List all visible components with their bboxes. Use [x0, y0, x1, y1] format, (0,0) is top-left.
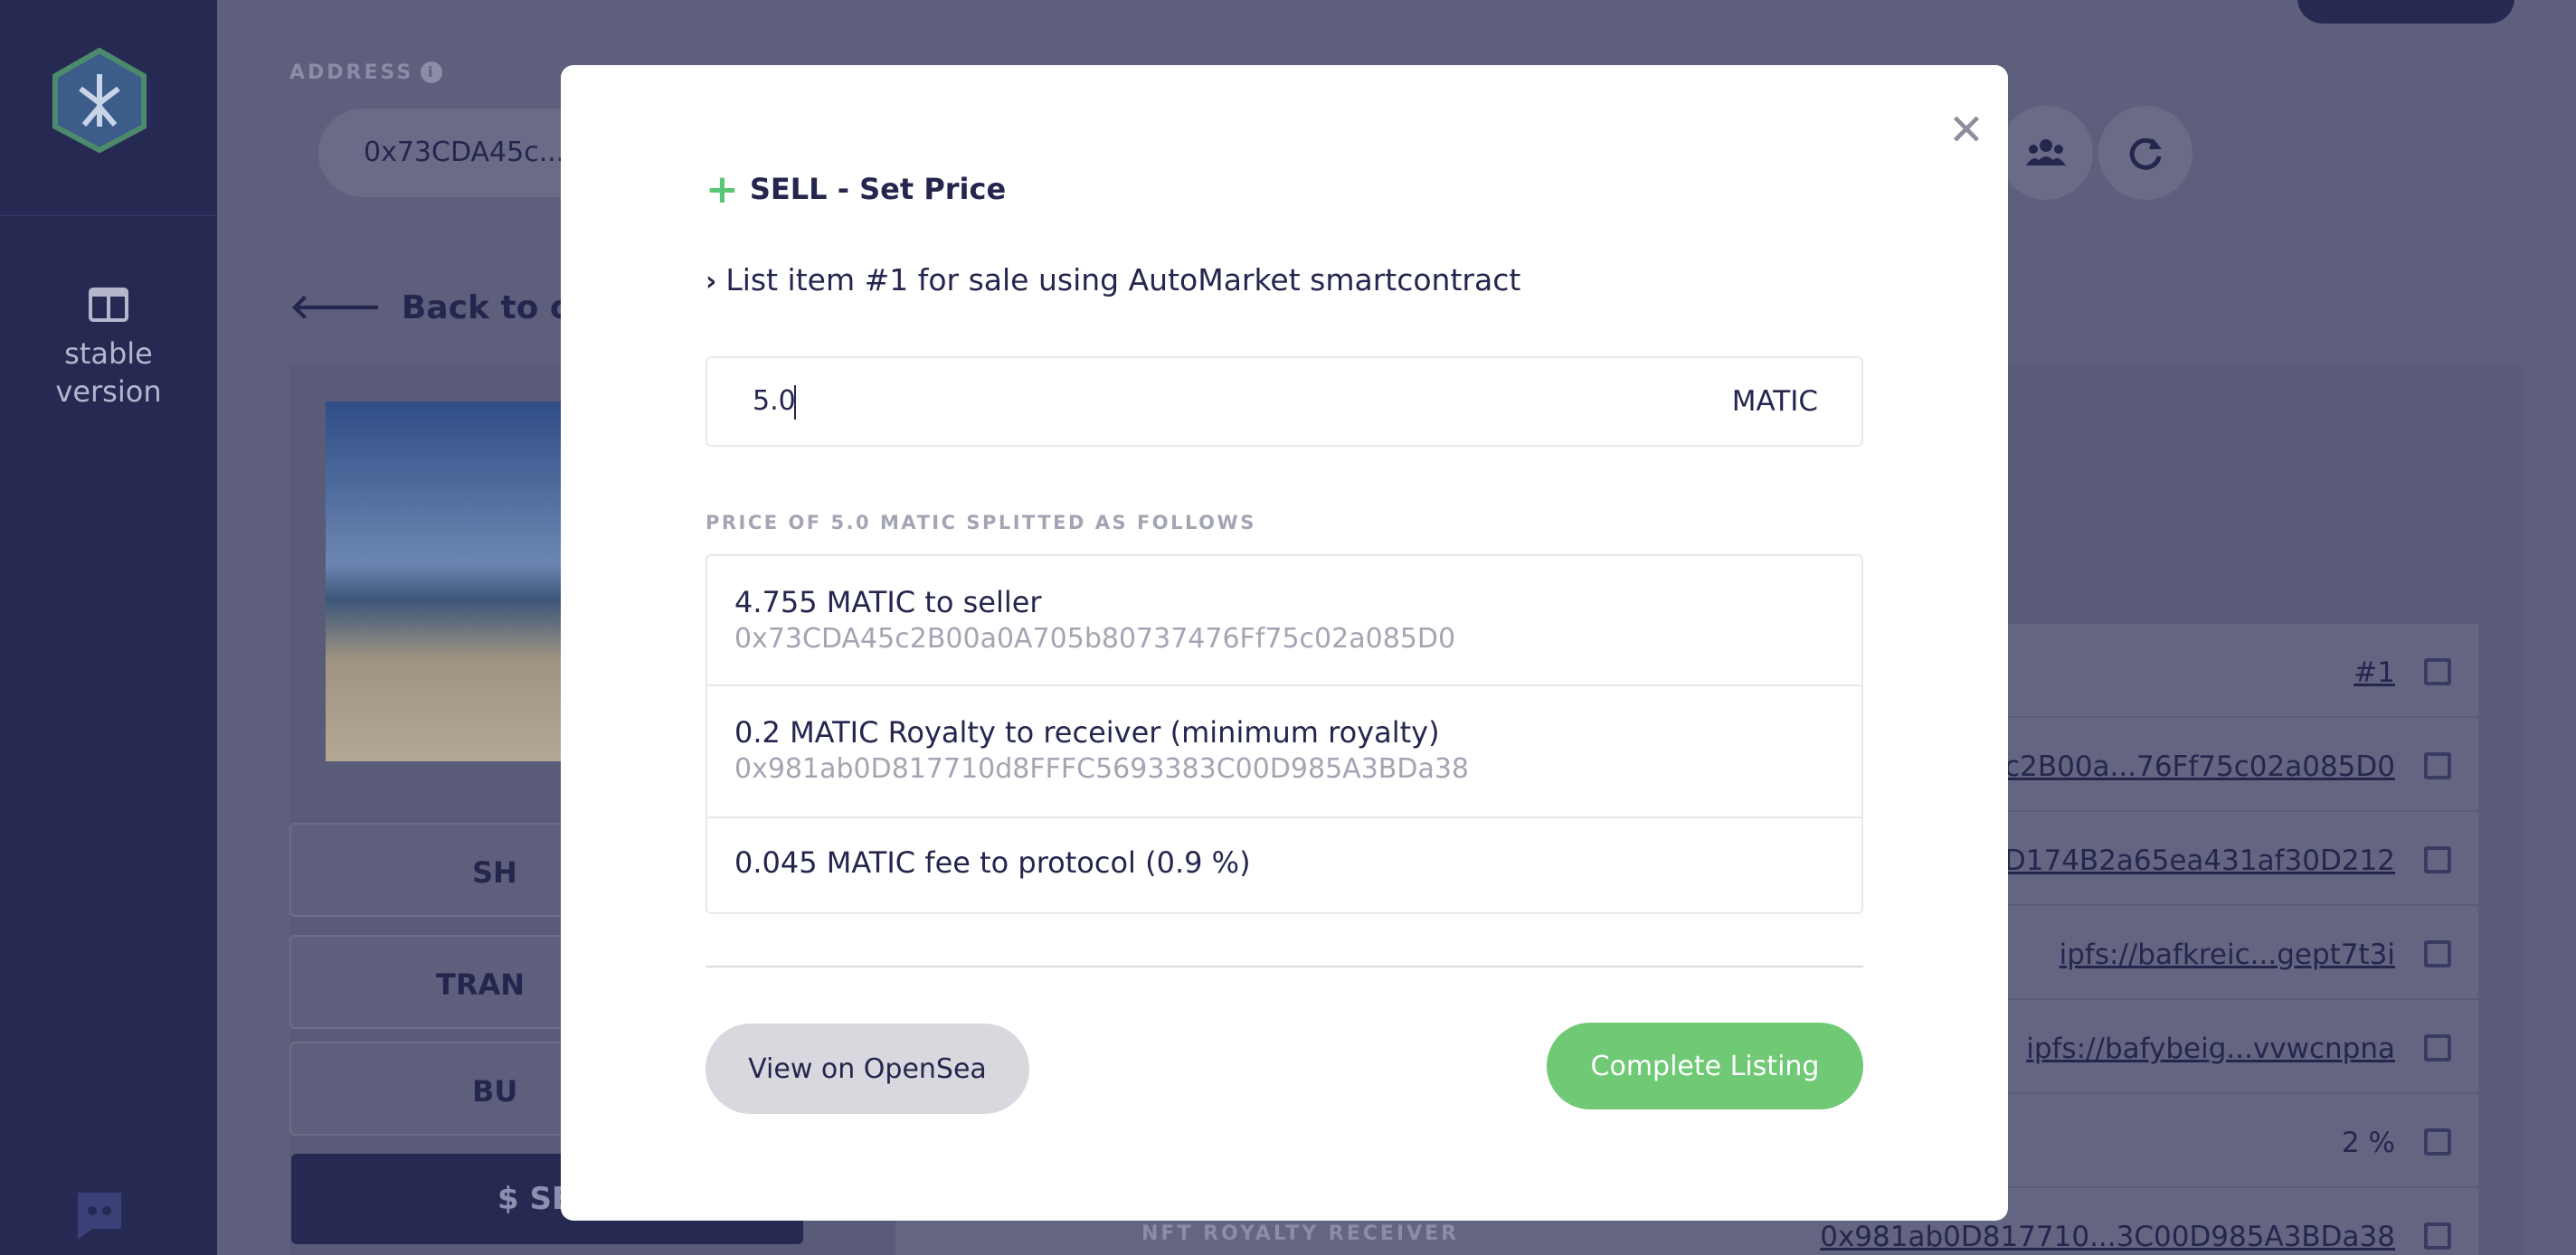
- modal-divider: [706, 966, 1863, 967]
- stable-version-label-2: version: [55, 374, 162, 409]
- copy-icon[interactable]: [2424, 1128, 2451, 1156]
- modal-subtitle: › List item #1 for sale using AutoMarket …: [706, 262, 1520, 297]
- image-link[interactable]: ipfs://bafybeig...vvwcnpna: [2026, 1033, 2395, 1065]
- group-button[interactable]: [1999, 106, 2093, 200]
- split-label: PRICE OF 5.0 MATIC SPLITTED AS FOLLOWS: [706, 512, 1256, 533]
- view-on-opensea-button[interactable]: View on OpenSea: [706, 1024, 1029, 1114]
- burn-button-label: BU: [472, 1074, 518, 1109]
- stable-version-icon: [89, 288, 128, 322]
- address-label: ADDRESS i: [289, 61, 443, 84]
- royalty-value: 2 %: [2341, 1127, 2395, 1159]
- split-row-fee: 0.045 MATIC fee to protocol (0.9 %): [707, 818, 1861, 912]
- token-id-link[interactable]: #1: [2353, 656, 2395, 689]
- stable-version-link[interactable]: stable version: [0, 288, 217, 410]
- complete-listing-button[interactable]: Complete Listing: [1547, 1023, 1863, 1109]
- refresh-button[interactable]: [2098, 106, 2192, 200]
- modal-title: + SELL - Set Price: [706, 166, 1006, 212]
- text-caret: [794, 385, 796, 420]
- copy-icon[interactable]: [2424, 846, 2451, 873]
- price-input[interactable]: [753, 358, 1567, 445]
- metadata-link[interactable]: ipfs://bafkreic...gept7t3i: [2060, 939, 2395, 971]
- discord-icon[interactable]: [72, 1189, 127, 1240]
- sell-modal: ✕ + SELL - Set Price › List item #1 for sa…: [561, 65, 2008, 1221]
- split-row-seller: 4.755 MATIC to seller 0x73CDA45c2B00a0A7…: [707, 556, 1861, 686]
- copy-icon[interactable]: [2424, 940, 2451, 967]
- royalty-receiver-link[interactable]: 0x981ab0D817710...3C00D985A3BDa38: [1820, 1221, 2395, 1253]
- transfer-button-label: TRAN: [436, 967, 526, 1002]
- owner-link[interactable]: c2B00a...76Ff75c02a085D0: [2004, 750, 2395, 783]
- stable-version-label-1: stable: [64, 336, 153, 371]
- split-royalty-text: 0.2 MATIC Royalty to receiver (minimum r…: [734, 715, 1440, 750]
- copy-icon[interactable]: [2424, 1222, 2451, 1250]
- split-list: 4.755 MATIC to seller 0x73CDA45c2B00a0A7…: [706, 554, 1863, 914]
- sidebar: stable version: [0, 0, 217, 1255]
- modal-title-text: SELL - Set Price: [749, 172, 1007, 206]
- top-account-button[interactable]: [2297, 0, 2514, 24]
- group-icon: [2026, 139, 2066, 165]
- copy-icon[interactable]: [2424, 752, 2451, 779]
- arrow-left-icon: 🡐: [289, 287, 382, 326]
- modal-subtitle-text: List item #1 for sale using AutoMarket s…: [725, 262, 1521, 297]
- refresh-icon: [2129, 137, 2162, 170]
- split-row-royalty: 0.2 MATIC Royalty to receiver (minimum r…: [707, 686, 1861, 818]
- split-fee-text: 0.045 MATIC fee to protocol (0.9 %): [734, 845, 1251, 880]
- sidebar-divider: [0, 215, 217, 216]
- copy-icon[interactable]: [2424, 1034, 2451, 1062]
- split-royalty-address: 0x981ab0D817710d8FFFC5693383C00D985A3BDa…: [734, 753, 1470, 785]
- currency-label: MATIC: [1731, 385, 1818, 418]
- plus-icon: +: [706, 166, 739, 212]
- close-icon[interactable]: ✕: [1943, 107, 1990, 154]
- address-label-text: ADDRESS: [289, 61, 414, 84]
- info-icon[interactable]: i: [421, 61, 443, 83]
- share-button-label: SH: [472, 855, 517, 890]
- contract-link[interactable]: DFD174B2a65ea431af30D212: [1966, 845, 2395, 877]
- logo-icon[interactable]: [50, 47, 149, 154]
- chevron-right-icon: ›: [706, 266, 717, 297]
- split-seller-address: 0x73CDA45c2B00a0A705b80737476Ff75c02a085…: [734, 623, 1456, 655]
- copy-icon[interactable]: [2424, 658, 2451, 685]
- price-field: MATIC: [706, 356, 1863, 447]
- split-seller-text: 4.755 MATIC to seller: [734, 585, 1042, 619]
- royalty-receiver-label: NFT ROYALTY RECEIVER: [1141, 1222, 1460, 1245]
